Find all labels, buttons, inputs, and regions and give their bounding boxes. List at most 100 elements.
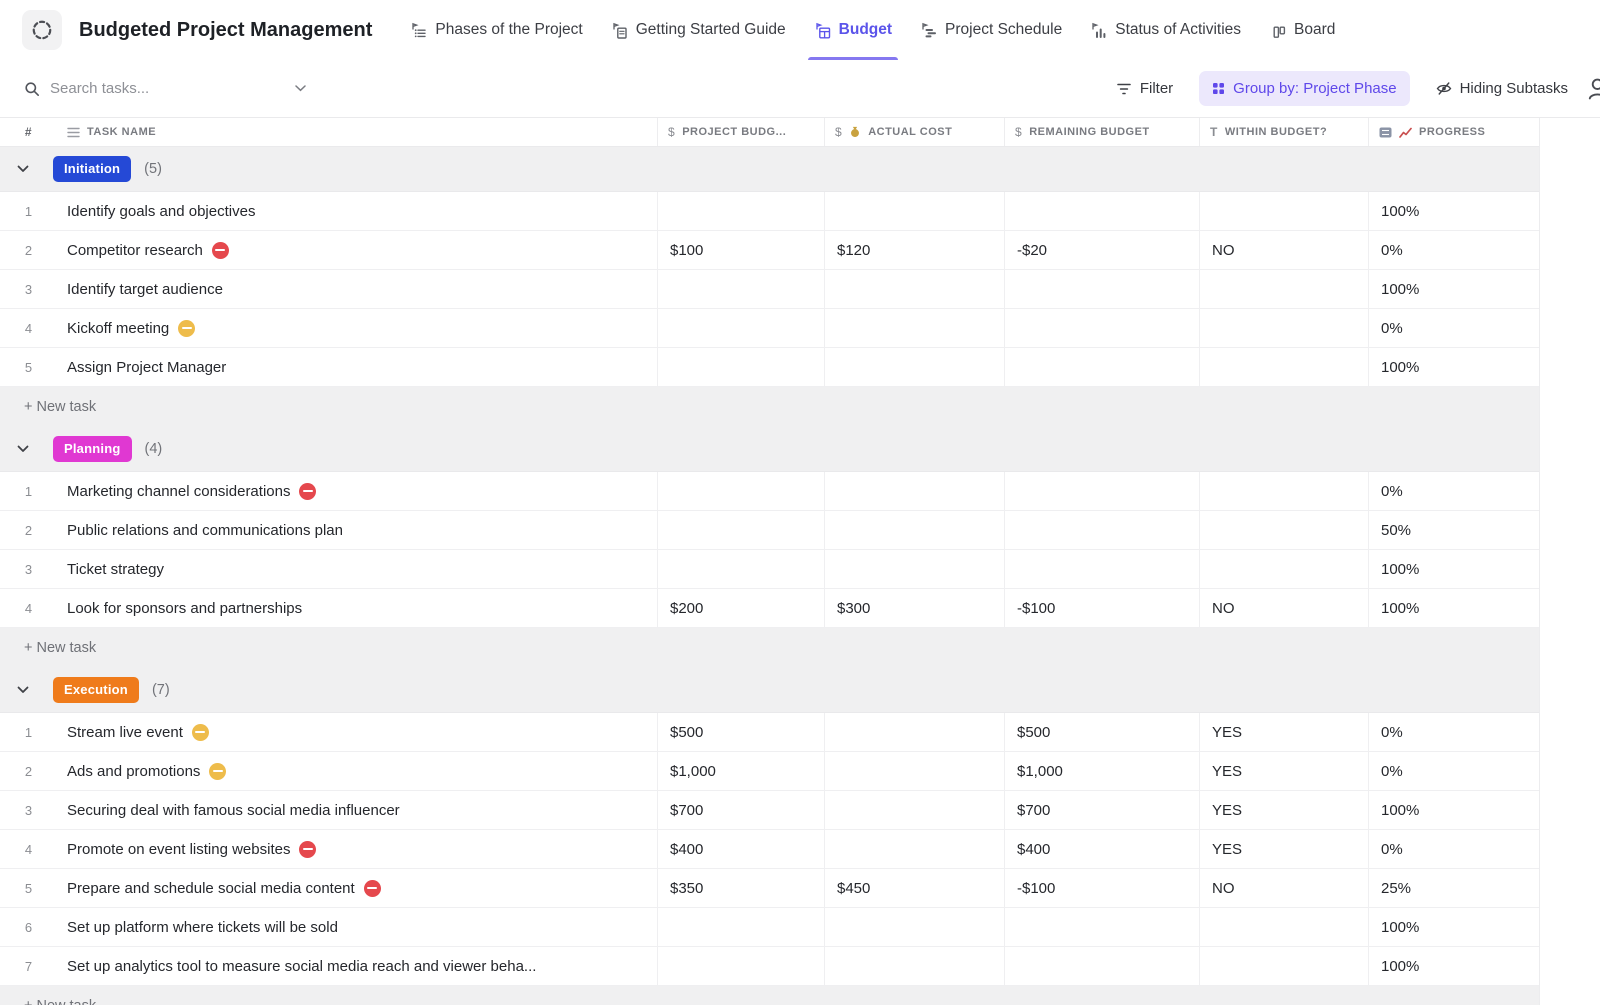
progress-cell[interactable]: 0%: [1368, 830, 1540, 868]
group-by-button[interactable]: Group by: Project Phase: [1199, 71, 1409, 106]
actual-cost-cell[interactable]: [824, 192, 1004, 230]
remaining-budget-cell[interactable]: $1,000: [1004, 752, 1199, 790]
tab-budget[interactable]: Budget: [800, 0, 906, 60]
task-name-cell[interactable]: Competitor research: [57, 231, 657, 269]
task-name-cell[interactable]: Identify target audience: [57, 270, 657, 308]
within-budget-cell[interactable]: YES: [1199, 713, 1368, 751]
task-name-cell[interactable]: Look for sponsors and partnerships: [57, 589, 657, 627]
within-budget-cell[interactable]: [1199, 947, 1368, 985]
progress-cell[interactable]: 100%: [1368, 192, 1540, 230]
remaining-budget-cell[interactable]: $700: [1004, 791, 1199, 829]
actual-cost-cell[interactable]: [824, 472, 1004, 510]
within-budget-cell[interactable]: NO: [1199, 869, 1368, 907]
progress-cell[interactable]: 100%: [1368, 270, 1540, 308]
within-budget-cell[interactable]: [1199, 192, 1368, 230]
project-budget-cell[interactable]: [657, 270, 824, 308]
table-row[interactable]: 4 Look for sponsors and partnerships $20…: [0, 589, 1539, 628]
tab-status-of-activities[interactable]: Status of Activities: [1076, 0, 1255, 60]
table-row[interactable]: 5 Assign Project Manager 100%: [0, 348, 1539, 387]
table-row[interactable]: 4 Promote on event listing websites $400…: [0, 830, 1539, 869]
project-budget-cell[interactable]: [657, 348, 824, 386]
project-budget-cell[interactable]: [657, 472, 824, 510]
group-status-badge[interactable]: Execution: [53, 677, 139, 703]
actual-cost-cell[interactable]: [824, 550, 1004, 588]
remaining-budget-cell[interactable]: -$100: [1004, 869, 1199, 907]
task-name-cell[interactable]: Set up platform where tickets will be so…: [57, 908, 657, 946]
progress-cell[interactable]: 100%: [1368, 589, 1540, 627]
column-header-actual-cost[interactable]: $ ACTUAL COST: [824, 118, 1004, 146]
remaining-budget-cell[interactable]: [1004, 550, 1199, 588]
task-name-cell[interactable]: Public relations and communications plan: [57, 511, 657, 549]
task-name-cell[interactable]: Securing deal with famous social media i…: [57, 791, 657, 829]
task-name-cell[interactable]: Kickoff meeting: [57, 309, 657, 347]
project-budget-cell[interactable]: $500: [657, 713, 824, 751]
within-budget-cell[interactable]: [1199, 908, 1368, 946]
remaining-budget-cell[interactable]: [1004, 348, 1199, 386]
chevron-down-icon[interactable]: [295, 85, 306, 92]
within-budget-cell[interactable]: [1199, 550, 1368, 588]
person-icon[interactable]: [1586, 76, 1600, 102]
column-header-remaining-budget[interactable]: $ REMAINING BUDGET: [1004, 118, 1199, 146]
remaining-budget-cell[interactable]: [1004, 511, 1199, 549]
project-budget-cell[interactable]: $1,000: [657, 752, 824, 790]
project-budget-cell[interactable]: $100: [657, 231, 824, 269]
within-budget-cell[interactable]: YES: [1199, 830, 1368, 868]
within-budget-cell[interactable]: [1199, 270, 1368, 308]
within-budget-cell[interactable]: NO: [1199, 231, 1368, 269]
filter-button[interactable]: Filter: [1116, 80, 1173, 97]
remaining-budget-cell[interactable]: -$100: [1004, 589, 1199, 627]
progress-cell[interactable]: 100%: [1368, 908, 1540, 946]
progress-cell[interactable]: 100%: [1368, 791, 1540, 829]
collapse-group-button[interactable]: [17, 686, 41, 694]
column-header-number[interactable]: #: [0, 118, 57, 146]
tab-project-schedule[interactable]: Project Schedule: [906, 0, 1076, 60]
within-budget-cell[interactable]: YES: [1199, 752, 1368, 790]
progress-cell[interactable]: 100%: [1368, 348, 1540, 386]
remaining-budget-cell[interactable]: $500: [1004, 713, 1199, 751]
collapse-group-button[interactable]: [17, 445, 41, 453]
progress-cell[interactable]: 25%: [1368, 869, 1540, 907]
task-name-cell[interactable]: Promote on event listing websites: [57, 830, 657, 868]
tab-board[interactable]: Board: [1255, 0, 1349, 60]
remaining-budget-cell[interactable]: [1004, 192, 1199, 230]
actual-cost-cell[interactable]: $300: [824, 589, 1004, 627]
remaining-budget-cell[interactable]: [1004, 947, 1199, 985]
task-name-cell[interactable]: Ads and promotions: [57, 752, 657, 790]
project-budget-cell[interactable]: $200: [657, 589, 824, 627]
project-budget-cell[interactable]: [657, 550, 824, 588]
table-row[interactable]: 3 Securing deal with famous social media…: [0, 791, 1539, 830]
within-budget-cell[interactable]: NO: [1199, 589, 1368, 627]
task-name-cell[interactable]: Set up analytics tool to measure social …: [57, 947, 657, 985]
remaining-budget-cell[interactable]: [1004, 270, 1199, 308]
actual-cost-cell[interactable]: [824, 908, 1004, 946]
project-budget-cell[interactable]: $350: [657, 869, 824, 907]
actual-cost-cell[interactable]: $450: [824, 869, 1004, 907]
table-row[interactable]: 2 Ads and promotions $1,000 $1,000 YES 0…: [0, 752, 1539, 791]
new-task-button[interactable]: + New task: [0, 628, 1539, 668]
within-budget-cell[interactable]: [1199, 472, 1368, 510]
within-budget-cell[interactable]: [1199, 309, 1368, 347]
actual-cost-cell[interactable]: [824, 752, 1004, 790]
table-row[interactable]: 1 Marketing channel considerations 0%: [0, 472, 1539, 511]
column-header-project-budget[interactable]: $ PROJECT BUDG...: [657, 118, 824, 146]
actual-cost-cell[interactable]: [824, 348, 1004, 386]
table-row[interactable]: 1 Stream live event $500 $500 YES 0%: [0, 713, 1539, 752]
within-budget-cell[interactable]: [1199, 511, 1368, 549]
progress-cell[interactable]: 0%: [1368, 472, 1540, 510]
task-name-cell[interactable]: Marketing channel considerations: [57, 472, 657, 510]
search-box[interactable]: [24, 80, 306, 97]
actual-cost-cell[interactable]: [824, 511, 1004, 549]
actual-cost-cell[interactable]: [824, 713, 1004, 751]
remaining-budget-cell[interactable]: [1004, 309, 1199, 347]
project-budget-cell[interactable]: [657, 511, 824, 549]
table-row[interactable]: 2 Competitor research $100 $120 -$20 NO …: [0, 231, 1539, 270]
table-row[interactable]: 4 Kickoff meeting 0%: [0, 309, 1539, 348]
table-row[interactable]: 5 Prepare and schedule social media cont…: [0, 869, 1539, 908]
hiding-subtasks-button[interactable]: Hiding Subtasks: [1436, 80, 1568, 97]
remaining-budget-cell[interactable]: [1004, 472, 1199, 510]
table-row[interactable]: 2 Public relations and communications pl…: [0, 511, 1539, 550]
search-input[interactable]: [50, 80, 285, 97]
remaining-budget-cell[interactable]: $400: [1004, 830, 1199, 868]
project-budget-cell[interactable]: [657, 908, 824, 946]
new-task-button[interactable]: + New task: [0, 387, 1539, 427]
